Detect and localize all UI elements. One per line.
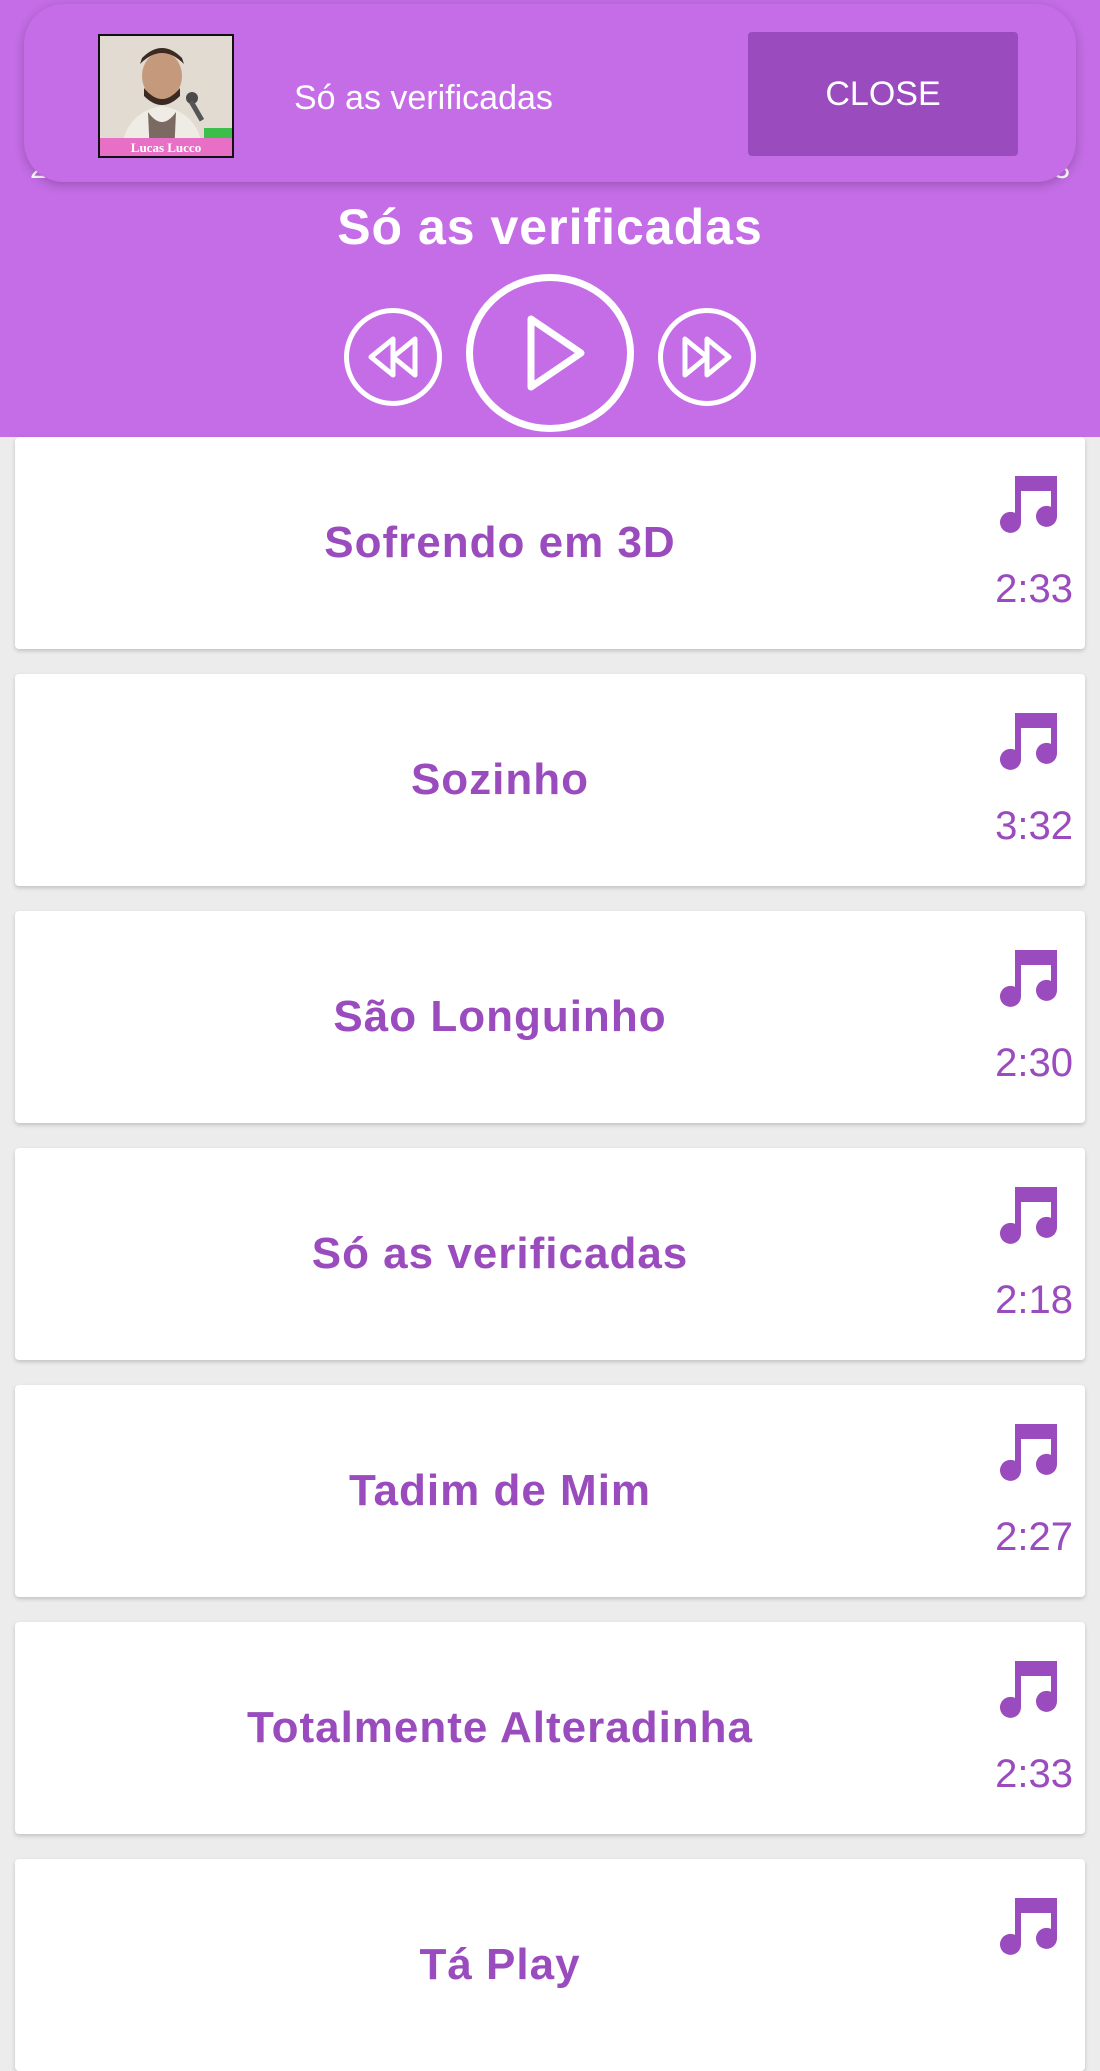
close-button[interactable]: CLOSE <box>748 32 1018 156</box>
song-duration: 2:30 <box>995 1041 1073 1085</box>
song-item[interactable]: Tá Play <box>15 1859 1085 2071</box>
song-title: Tadim de Mim <box>348 1466 652 1515</box>
music-note-icon <box>1000 713 1057 770</box>
song-item[interactable]: São Longuinho 2:30 <box>15 911 1085 1123</box>
song-duration: 2:33 <box>995 1752 1073 1796</box>
music-note-icon <box>1000 1187 1057 1244</box>
rewind-button[interactable] <box>344 308 442 406</box>
song-title: Totalmente Alteradinha <box>246 1703 754 1752</box>
media-notification: Lucas Lucco Só as verificadas CLOSE <box>24 4 1076 182</box>
song-title: Sozinho <box>410 755 590 804</box>
thumbnail-caption: Lucas Lucco <box>131 140 201 155</box>
song-duration: 2:18 <box>995 1278 1073 1322</box>
song-duration: 2:33 <box>995 567 1073 611</box>
song-item[interactable]: Sofrendo em 3D 2:33 <box>15 437 1085 649</box>
song-item[interactable]: Só as verificadas 2:18 <box>15 1148 1085 1360</box>
fast-forward-button[interactable] <box>658 308 756 406</box>
play-icon <box>527 315 585 391</box>
music-note-icon <box>1000 1424 1057 1481</box>
rewind-icon <box>368 336 418 378</box>
album-thumbnail: Lucas Lucco <box>98 34 234 158</box>
music-note-icon <box>1000 1661 1057 1718</box>
song-item[interactable]: Totalmente Alteradinha 2:33 <box>15 1622 1085 1834</box>
music-note-icon <box>1000 1898 1057 1955</box>
song-title: São Longuinho <box>333 992 667 1041</box>
music-note-icon <box>1000 476 1057 533</box>
song-item[interactable]: Sozinho 3:32 <box>15 674 1085 886</box>
play-button[interactable] <box>466 274 634 432</box>
notification-title: Só as verificadas <box>294 79 553 117</box>
song-title: Sofrendo em 3D <box>324 518 676 567</box>
song-duration: 3:32 <box>995 804 1073 848</box>
fast-forward-icon <box>682 336 732 378</box>
song-title: Tá Play <box>419 1940 581 1989</box>
now-playing-title: Só as verificadas <box>337 199 763 255</box>
song-item[interactable]: Tadim de Mim 2:27 <box>15 1385 1085 1597</box>
song-duration: 2:27 <box>995 1515 1073 1559</box>
artist-photo: Lucas Lucco <box>100 36 232 156</box>
music-note-icon <box>1000 950 1057 1007</box>
song-title: Só as verificadas <box>311 1229 689 1278</box>
